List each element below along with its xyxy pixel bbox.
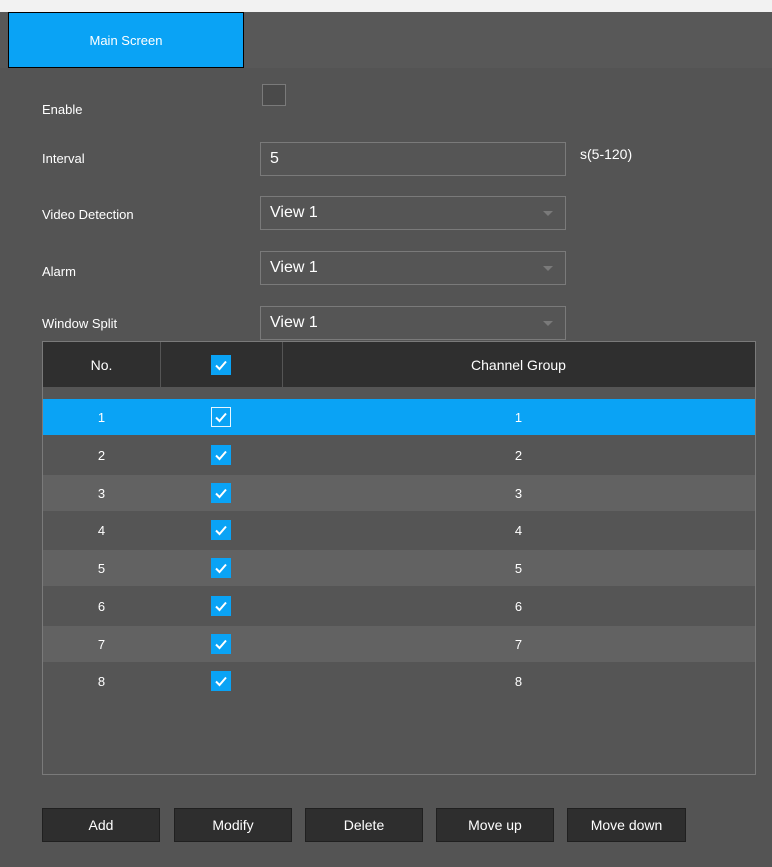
- row-channel-group: 7: [514, 636, 523, 652]
- table-row[interactable]: 7 7: [43, 626, 755, 662]
- row-checkbox[interactable]: [211, 596, 231, 616]
- checkmark-icon: [215, 360, 227, 370]
- select-all-checkbox[interactable]: [211, 354, 231, 375]
- table-row[interactable]: 4 4: [43, 512, 755, 548]
- alarm-select[interactable]: View 1: [260, 251, 566, 285]
- video-detection-label: Video Detection: [42, 207, 134, 222]
- table-row[interactable]: 1 1: [43, 399, 755, 435]
- tab-main-screen[interactable]: Main Screen: [8, 12, 244, 68]
- window-split-value: View 1: [270, 314, 318, 331]
- checkmark-icon: [215, 676, 227, 687]
- dropdown-arrow-icon: [543, 211, 553, 216]
- alarm-label: Alarm: [42, 264, 76, 279]
- table-row[interactable]: 6 6: [43, 588, 755, 624]
- row-checkbox[interactable]: [211, 407, 231, 427]
- table-header: No. Channel Group: [43, 342, 755, 387]
- row-no: 1: [97, 409, 106, 425]
- move-down-button[interactable]: Move down: [567, 808, 686, 842]
- column-header-checkbox-cell: [160, 342, 282, 387]
- row-channel-group: 1: [514, 409, 523, 425]
- row-checkbox[interactable]: [211, 634, 231, 654]
- row-checkbox[interactable]: [211, 558, 231, 578]
- channel-group-table: No. Channel Group 1 1 2 2 3 3 4 4 5 5 6: [42, 341, 756, 775]
- row-no: 4: [97, 522, 106, 538]
- alarm-value: View 1: [270, 259, 318, 276]
- row-no: 7: [97, 636, 106, 652]
- move-up-button[interactable]: Move up: [436, 808, 554, 842]
- row-no: 8: [97, 673, 106, 689]
- modify-button[interactable]: Modify: [174, 808, 292, 842]
- checkmark-icon: [215, 601, 227, 612]
- enable-checkbox[interactable]: [262, 84, 286, 106]
- row-channel-group: 2: [514, 447, 523, 463]
- checkmark-icon: [215, 525, 227, 536]
- window-split-label: Window Split: [42, 316, 118, 331]
- table-row[interactable]: 8 8: [43, 663, 755, 699]
- row-channel-group: 6: [514, 598, 523, 614]
- checkmark-icon: [215, 412, 227, 423]
- row-no: 3: [97, 485, 106, 501]
- video-detection-select[interactable]: View 1: [260, 196, 566, 230]
- row-no: 5: [97, 560, 106, 576]
- row-no: 2: [97, 447, 106, 463]
- window-split-select[interactable]: View 1: [260, 306, 566, 340]
- checkmark-icon: [215, 639, 227, 650]
- row-channel-group: 3: [514, 485, 523, 501]
- delete-button[interactable]: Delete: [305, 808, 423, 842]
- row-checkbox[interactable]: [211, 445, 231, 465]
- dropdown-arrow-icon: [543, 321, 553, 326]
- row-channel-group: 5: [514, 560, 523, 576]
- row-channel-group: 4: [514, 522, 523, 538]
- video-detection-value: View 1: [270, 204, 318, 221]
- interval-label: Interval: [42, 151, 85, 166]
- column-header-channel-group: Channel Group: [471, 356, 566, 373]
- row-checkbox[interactable]: [211, 483, 231, 503]
- add-button[interactable]: Add: [42, 808, 160, 842]
- checkmark-icon: [215, 488, 227, 499]
- checkmark-icon: [215, 563, 227, 574]
- row-checkbox[interactable]: [211, 671, 231, 691]
- enable-label: Enable: [42, 102, 83, 117]
- row-no: 6: [97, 598, 106, 614]
- interval-unit: s(5-120): [580, 146, 633, 162]
- table-row[interactable]: 5 5: [43, 550, 755, 586]
- table-row[interactable]: 3 3: [43, 475, 755, 511]
- table-row[interactable]: 2 2: [43, 437, 755, 473]
- checkmark-icon: [215, 450, 227, 461]
- interval-input[interactable]: 5: [260, 142, 566, 176]
- row-channel-group: 8: [514, 673, 523, 689]
- column-header-no: No.: [90, 356, 113, 373]
- dropdown-arrow-icon: [543, 266, 553, 271]
- row-checkbox[interactable]: [211, 520, 231, 540]
- tab-bar: Main Screen: [0, 12, 772, 68]
